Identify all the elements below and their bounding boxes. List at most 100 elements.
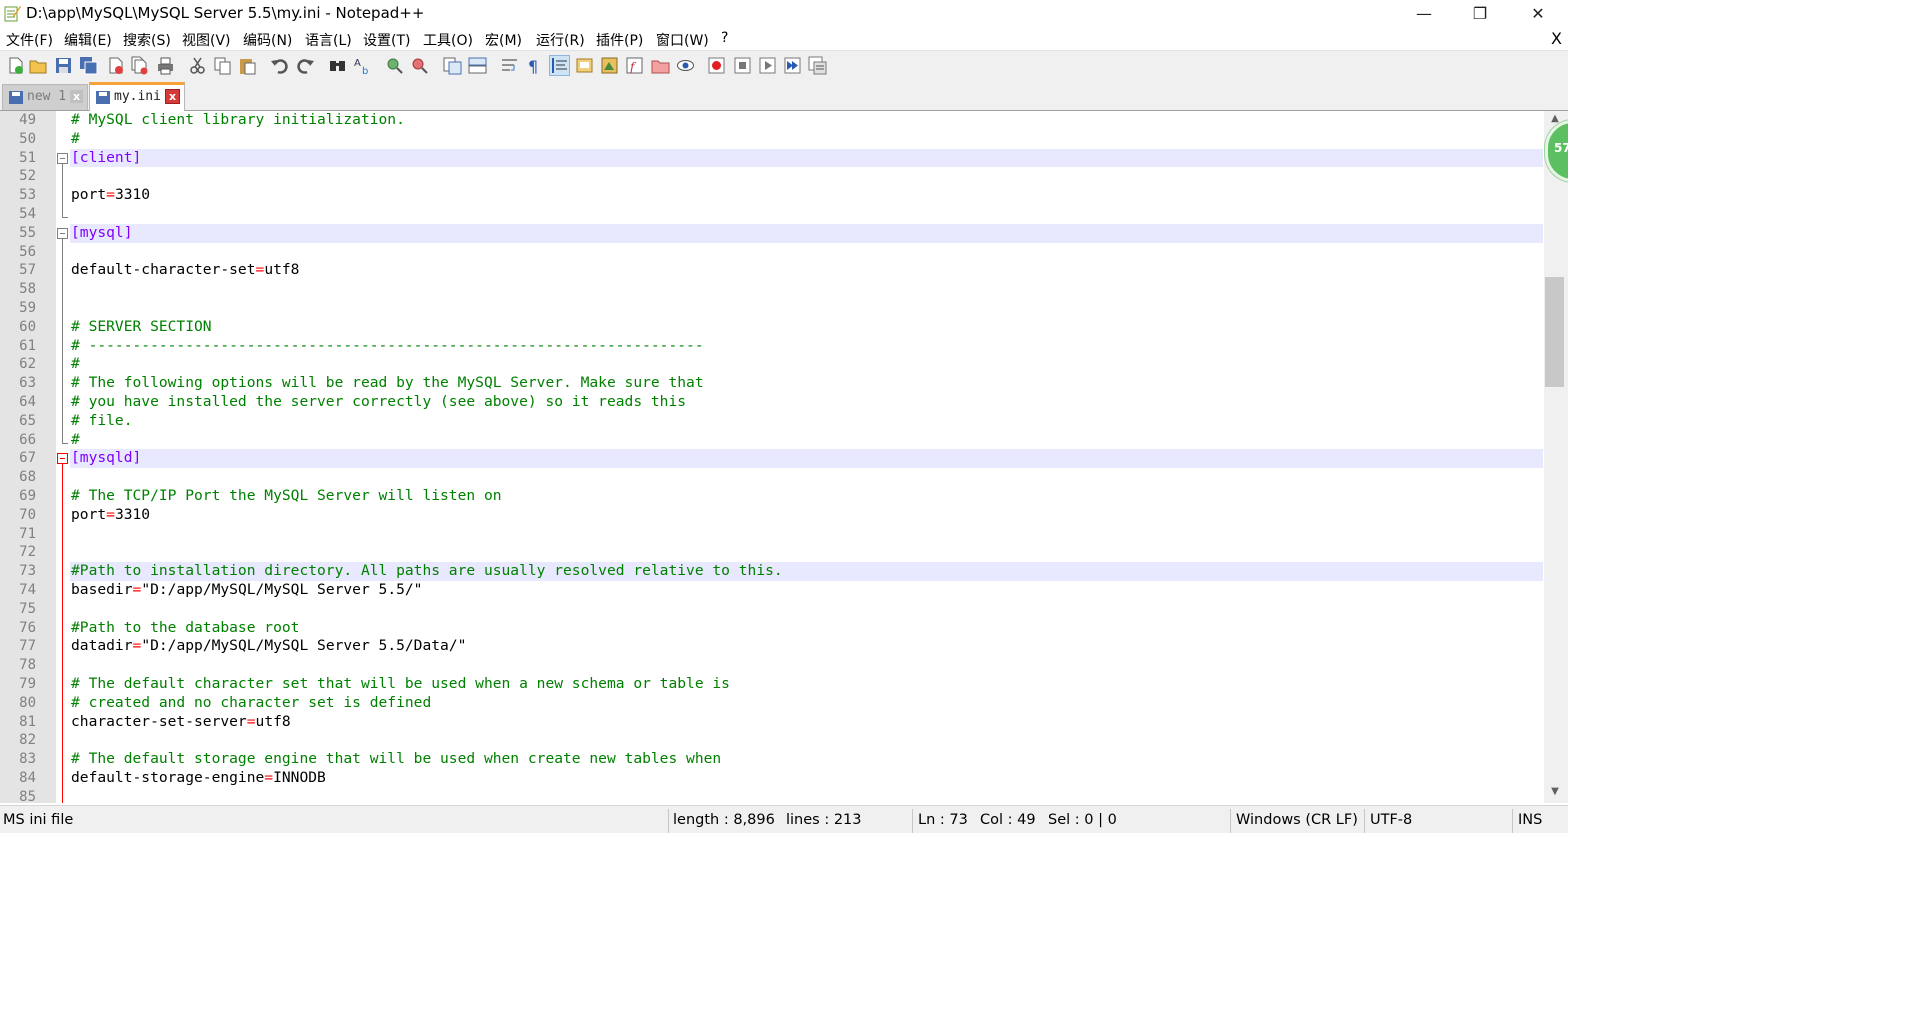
- folder-workspace-icon[interactable]: [651, 56, 670, 75]
- editor-line[interactable]: 85: [0, 788, 1544, 803]
- close-all-icon[interactable]: [130, 56, 149, 75]
- undo-icon[interactable]: [270, 56, 289, 75]
- scroll-down-icon[interactable]: ▼: [1546, 786, 1564, 800]
- run-macro-multiple-icon[interactable]: [783, 56, 802, 75]
- menu-search[interactable]: 搜索(S): [123, 30, 171, 50]
- tab-close-button[interactable]: x: [70, 90, 83, 103]
- line-content: [mysqld]: [71, 449, 142, 467]
- editor-line[interactable]: 52: [0, 167, 1544, 186]
- editor-line[interactable]: 75: [0, 600, 1544, 619]
- editor-line[interactable]: 51 [client]: [0, 148, 1544, 168]
- udl-icon[interactable]: [575, 56, 594, 75]
- editor-line[interactable]: 82: [0, 731, 1544, 750]
- replace-icon[interactable]: Ab: [353, 56, 372, 75]
- editor-line[interactable]: 69 # The TCP/IP Port the MySQL Server wil…: [0, 487, 1544, 506]
- tab-my-ini[interactable]: my.ini x: [89, 82, 185, 113]
- editor-line[interactable]: 79 # The default character set that will …: [0, 675, 1544, 694]
- sync-horizontal-icon[interactable]: [468, 56, 487, 75]
- print-icon[interactable]: [156, 56, 175, 75]
- menu-tools[interactable]: 工具(O): [423, 30, 473, 50]
- menu-view[interactable]: 视图(V): [182, 30, 231, 50]
- menu-file[interactable]: 文件(F): [6, 30, 53, 50]
- menu-help[interactable]: ?: [721, 30, 728, 46]
- editor-pane[interactable]: 49 # MySQL client library initialization.…: [0, 111, 1544, 803]
- editor-line[interactable]: 65 # file.: [0, 412, 1544, 431]
- minimize-button[interactable]: —: [1396, 0, 1452, 28]
- editor-line[interactable]: 55 [mysql]: [0, 223, 1544, 243]
- editor-line[interactable]: 72: [0, 543, 1544, 562]
- word-wrap-icon[interactable]: [500, 56, 519, 75]
- save-macro-icon[interactable]: [808, 56, 827, 75]
- editor-line[interactable]: 53 port=3310: [0, 186, 1544, 205]
- redo-icon[interactable]: [296, 56, 315, 75]
- function-list-icon[interactable]: f: [625, 56, 644, 75]
- editor-line[interactable]: 68: [0, 468, 1544, 487]
- editor-line[interactable]: 73 #Path to installation directory. All p…: [0, 562, 1544, 581]
- zoom-in-icon[interactable]: [385, 56, 404, 75]
- play-macro-icon[interactable]: [758, 56, 777, 75]
- menu-settings[interactable]: 设置(T): [363, 30, 410, 50]
- tab-close-button[interactable]: x: [165, 89, 180, 104]
- menu-window[interactable]: 窗口(W): [656, 30, 709, 50]
- cut-icon[interactable]: [188, 56, 207, 75]
- save-icon[interactable]: [54, 56, 73, 75]
- monitoring-icon[interactable]: [676, 56, 695, 75]
- find-icon[interactable]: [328, 56, 347, 75]
- menu-edit[interactable]: 编辑(E): [64, 30, 112, 50]
- scrollbar-thumb[interactable]: [1545, 277, 1564, 387]
- copy-icon[interactable]: [213, 56, 232, 75]
- close-icon[interactable]: [106, 56, 125, 75]
- editor-line[interactable]: 64 # you have installed the server correc…: [0, 393, 1544, 412]
- close-document-button[interactable]: X: [1551, 29, 1562, 48]
- open-file-icon[interactable]: [29, 56, 48, 75]
- vertical-scrollbar[interactable]: [1544, 111, 1568, 803]
- editor-line[interactable]: 80 # created and no character set is defi…: [0, 694, 1544, 713]
- editor-line[interactable]: 54: [0, 205, 1544, 224]
- close-window-button[interactable]: ✕: [1510, 0, 1566, 28]
- zoom-out-icon[interactable]: [410, 56, 429, 75]
- editor-line[interactable]: 50 #: [0, 130, 1544, 149]
- editor-line[interactable]: 78: [0, 656, 1544, 675]
- line-number: 74: [19, 582, 36, 598]
- editor-line[interactable]: 76 #Path to the database root: [0, 619, 1544, 638]
- editor-line[interactable]: 84 default-storage-engine=INNODB: [0, 769, 1544, 788]
- editor-line[interactable]: 49 # MySQL client library initialization.: [0, 111, 1544, 130]
- editor-line[interactable]: 71: [0, 525, 1544, 544]
- fold-guide-line: [62, 162, 63, 217]
- indent-guide-icon[interactable]: [549, 55, 570, 76]
- menu-plugins[interactable]: 插件(P): [596, 30, 643, 50]
- editor-line[interactable]: 74 basedir="D:/app/MySQL/MySQL Server 5.5…: [0, 581, 1544, 600]
- tab-label: my.ini: [114, 89, 161, 104]
- menu-language[interactable]: 语言(L): [305, 30, 352, 50]
- show-all-chars-icon[interactable]: ¶: [524, 56, 543, 75]
- record-macro-icon[interactable]: [707, 56, 726, 75]
- menu-encoding[interactable]: 编码(N): [243, 30, 292, 50]
- editor-line[interactable]: 62 #: [0, 355, 1544, 374]
- new-file-icon[interactable]: [6, 56, 25, 75]
- save-all-icon[interactable]: [79, 56, 98, 75]
- menu-run[interactable]: 运行(R): [536, 30, 585, 50]
- editor-line[interactable]: 60 # SERVER SECTION: [0, 318, 1544, 337]
- editor-line[interactable]: 57 default-character-set=utf8: [0, 261, 1544, 280]
- doc-map-icon[interactable]: [600, 56, 619, 75]
- editor-line[interactable]: 67 [mysqld]: [0, 449, 1544, 469]
- tab-new-1[interactable]: new 1 x: [2, 84, 88, 110]
- sync-vertical-icon[interactable]: [443, 56, 462, 75]
- stop-macro-icon[interactable]: [733, 56, 752, 75]
- editor-line[interactable]: 59: [0, 299, 1544, 318]
- line-number: 58: [19, 281, 36, 298]
- editor-line[interactable]: 81 character-set-server=utf8: [0, 713, 1544, 732]
- maximize-button[interactable]: ❐: [1452, 0, 1508, 28]
- editor-line[interactable]: 56: [0, 243, 1544, 262]
- line-content: character-set-server=utf8: [71, 712, 291, 730]
- editor-line[interactable]: 66 #: [0, 431, 1544, 450]
- menu-macro[interactable]: 宏(M): [485, 30, 522, 50]
- editor-line[interactable]: 70 port=3310: [0, 506, 1544, 525]
- editor-line[interactable]: 77 datadir="D:/app/MySQL/MySQL Server 5.5…: [0, 637, 1544, 656]
- editor-line[interactable]: 58: [0, 280, 1544, 299]
- editor-line[interactable]: 83 # The default storage engine that will…: [0, 750, 1544, 769]
- line-number: 64: [19, 394, 36, 410]
- editor-line[interactable]: 63 # The following options will be read b…: [0, 374, 1544, 393]
- paste-icon[interactable]: [238, 56, 257, 75]
- editor-line[interactable]: 61 # ------------------------------------…: [0, 337, 1544, 356]
